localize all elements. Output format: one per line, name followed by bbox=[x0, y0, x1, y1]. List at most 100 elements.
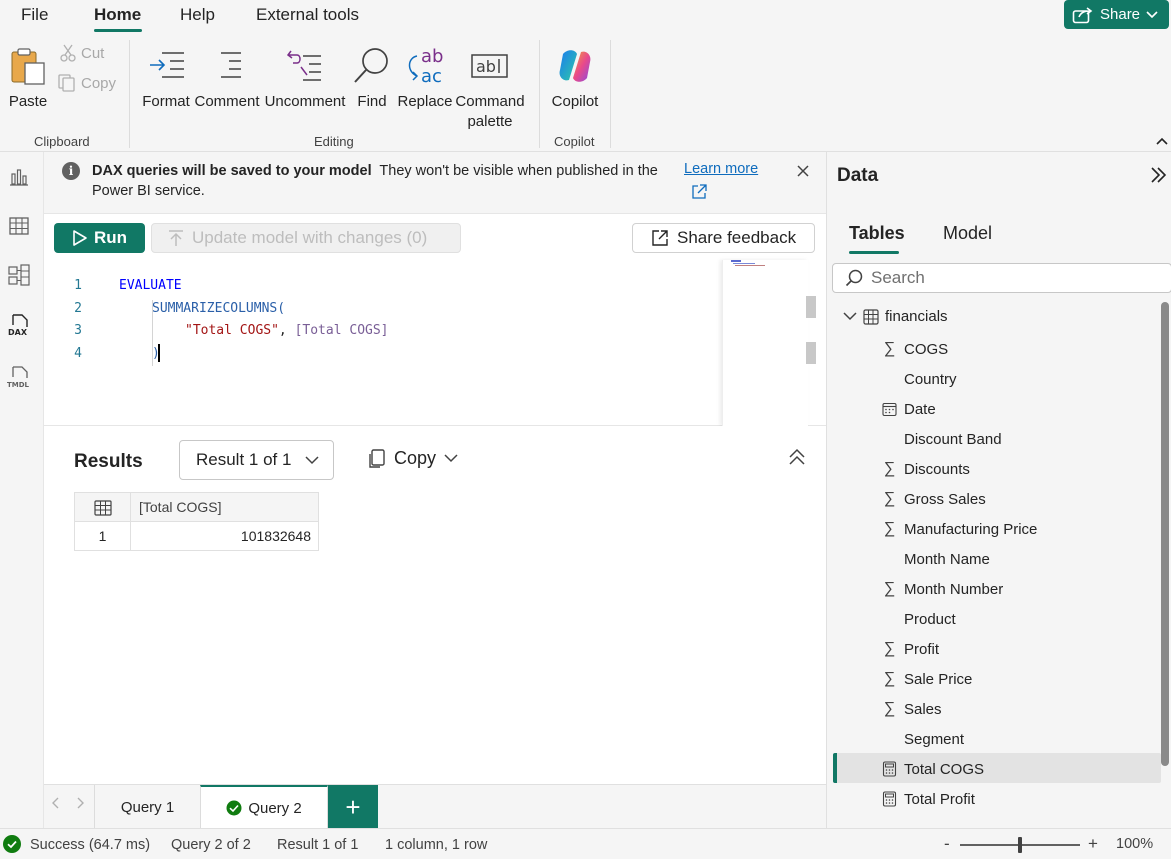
field-item[interactable]: ∑ Profit bbox=[881, 637, 939, 661]
learn-more-link[interactable]: Learn more bbox=[684, 161, 758, 177]
text-cursor bbox=[158, 344, 160, 362]
uncomment-button[interactable]: Uncomment bbox=[264, 40, 346, 112]
run-button[interactable]: Run bbox=[54, 223, 145, 253]
save-info-banner: i DAX queries will be saved to your mode… bbox=[44, 152, 826, 214]
scroll-tabs-left-button[interactable] bbox=[52, 797, 60, 812]
editor-scrollbar-thumb[interactable] bbox=[806, 342, 816, 364]
group-separator bbox=[610, 40, 611, 148]
zoom-level[interactable]: 100% bbox=[1116, 836, 1153, 852]
menu-help[interactable]: Help bbox=[180, 5, 215, 25]
sigma-icon: ∑ bbox=[883, 520, 896, 537]
table-view-button[interactable] bbox=[6, 213, 32, 239]
row-number: 1 bbox=[74, 521, 131, 551]
table-name: financials bbox=[885, 308, 948, 325]
tab-query-2[interactable]: Query 2 bbox=[200, 785, 328, 829]
field-item[interactable]: ∑ Sale Price bbox=[881, 667, 973, 691]
model-view-button[interactable] bbox=[6, 262, 32, 288]
field-item[interactable]: Segment bbox=[881, 727, 964, 751]
report-view-button[interactable] bbox=[6, 164, 32, 190]
result-selector-dropdown[interactable]: Result 1 of 1 bbox=[179, 440, 334, 480]
table-cell[interactable]: 101832648 bbox=[130, 521, 319, 551]
dax-query-view-button[interactable]: DAX bbox=[6, 312, 32, 338]
format-icon bbox=[150, 52, 184, 78]
share-button[interactable]: Share bbox=[1064, 0, 1169, 29]
result-selector-value: Result 1 of 1 bbox=[196, 450, 292, 469]
paste-button[interactable]: Paste bbox=[8, 40, 48, 112]
scroll-tabs-right-button[interactable] bbox=[76, 797, 84, 812]
zoom-out-button[interactable]: - bbox=[944, 834, 950, 854]
comment-lines-icon bbox=[221, 52, 241, 78]
data-search-box[interactable]: Search bbox=[832, 263, 1171, 293]
menu-home[interactable]: Home bbox=[94, 5, 141, 25]
tab-model[interactable]: Model bbox=[943, 223, 992, 244]
code-paren: ( bbox=[277, 301, 286, 316]
code-keyword: EVALUATE bbox=[119, 278, 182, 293]
command-palette-button[interactable]: ab Command palette bbox=[455, 40, 525, 132]
svg-text:DAX: DAX bbox=[8, 328, 28, 337]
field-item[interactable]: ∑ Month Number bbox=[881, 577, 1003, 601]
search-icon bbox=[354, 48, 388, 83]
field-label: Total Profit bbox=[904, 790, 975, 808]
svg-text:ab: ab bbox=[476, 57, 496, 76]
calendar-icon bbox=[881, 402, 898, 417]
format-button[interactable]: Format bbox=[142, 40, 190, 112]
zoom-in-button[interactable]: + bbox=[1088, 834, 1098, 854]
field-item[interactable]: Discount Band bbox=[881, 427, 1002, 451]
zoom-slider-thumb[interactable] bbox=[1018, 837, 1022, 853]
cut-button[interactable]: Cut bbox=[60, 44, 104, 62]
column-header[interactable]: [Total COGS] bbox=[130, 492, 319, 522]
comment-button[interactable]: Comment bbox=[194, 40, 260, 112]
field-item[interactable]: ∑ Gross Sales bbox=[881, 487, 986, 511]
line-number: 4 bbox=[74, 346, 82, 361]
field-label: Country bbox=[904, 370, 957, 388]
collapse-results-button[interactable] bbox=[788, 448, 806, 471]
field-label: Segment bbox=[904, 730, 965, 748]
expand-pane-button[interactable] bbox=[1149, 166, 1167, 189]
field-item[interactable]: Total COGS bbox=[881, 757, 984, 781]
field-item[interactable]: ∑ Manufacturing Price bbox=[881, 517, 1038, 541]
banner-close-button[interactable] bbox=[796, 164, 810, 183]
field-item[interactable]: Month Name bbox=[881, 547, 990, 571]
copy-results-button[interactable]: Copy bbox=[368, 448, 458, 469]
external-link-icon[interactable] bbox=[690, 183, 708, 206]
report-view-icon bbox=[10, 169, 28, 186]
tmdl-view-button[interactable]: TMDL bbox=[6, 364, 32, 390]
format-label: Format bbox=[142, 93, 190, 110]
chevron-down-icon bbox=[1146, 10, 1158, 18]
copilot-button[interactable]: Copilot bbox=[548, 40, 602, 112]
chevron-down-icon bbox=[444, 454, 458, 463]
line-number: 1 bbox=[74, 278, 82, 293]
table-icon bbox=[93, 500, 112, 516]
field-item[interactable]: ∑ Sales bbox=[881, 697, 942, 721]
field-item[interactable]: Product bbox=[881, 607, 956, 631]
data-pane-scrollbar[interactable] bbox=[1161, 302, 1169, 766]
update-model-button[interactable]: Update model with changes (0) bbox=[151, 223, 461, 253]
tab-label: Query 2 bbox=[248, 799, 302, 817]
field-item[interactable]: Date bbox=[881, 397, 936, 421]
svg-text:TMDL: TMDL bbox=[7, 381, 30, 389]
share-feedback-button[interactable]: Share feedback bbox=[632, 223, 815, 253]
tab-tables[interactable]: Tables bbox=[849, 223, 905, 244]
field-item[interactable]: Total Profit bbox=[881, 787, 975, 811]
field-item[interactable]: Country bbox=[881, 367, 957, 391]
find-button[interactable]: Find bbox=[352, 40, 392, 112]
menu-external-tools[interactable]: External tools bbox=[256, 5, 359, 25]
tab-query-1[interactable]: Query 1 bbox=[94, 785, 200, 829]
field-item[interactable]: ∑ Discounts bbox=[881, 457, 970, 481]
field-label: Total COGS bbox=[904, 760, 985, 778]
field-item[interactable]: ∑ COGS bbox=[881, 337, 948, 361]
copy-button[interactable]: Copy bbox=[58, 74, 116, 92]
add-query-button[interactable]: + bbox=[328, 785, 378, 829]
editor-scrollbar-thumb[interactable] bbox=[806, 296, 816, 318]
menu-file[interactable]: File bbox=[21, 5, 48, 25]
collapse-ribbon-button[interactable] bbox=[1156, 132, 1168, 148]
editor-minimap[interactable] bbox=[722, 260, 808, 426]
replace-label: Replace bbox=[397, 93, 453, 110]
sigma-icon: ∑ bbox=[883, 670, 896, 687]
dax-editor[interactable]: 1 2 3 4 EVALUATE SUMMARIZECOLUMNS( "Tota… bbox=[44, 260, 826, 426]
replace-button[interactable]: ab ac Replace bbox=[397, 40, 453, 112]
status-success: Success (64.7 ms) bbox=[30, 837, 151, 853]
update-model-label: Update model with changes (0) bbox=[192, 228, 428, 247]
table-node-financials[interactable]: financials bbox=[843, 308, 948, 325]
status-result: Result 1 of 1 bbox=[277, 837, 359, 853]
